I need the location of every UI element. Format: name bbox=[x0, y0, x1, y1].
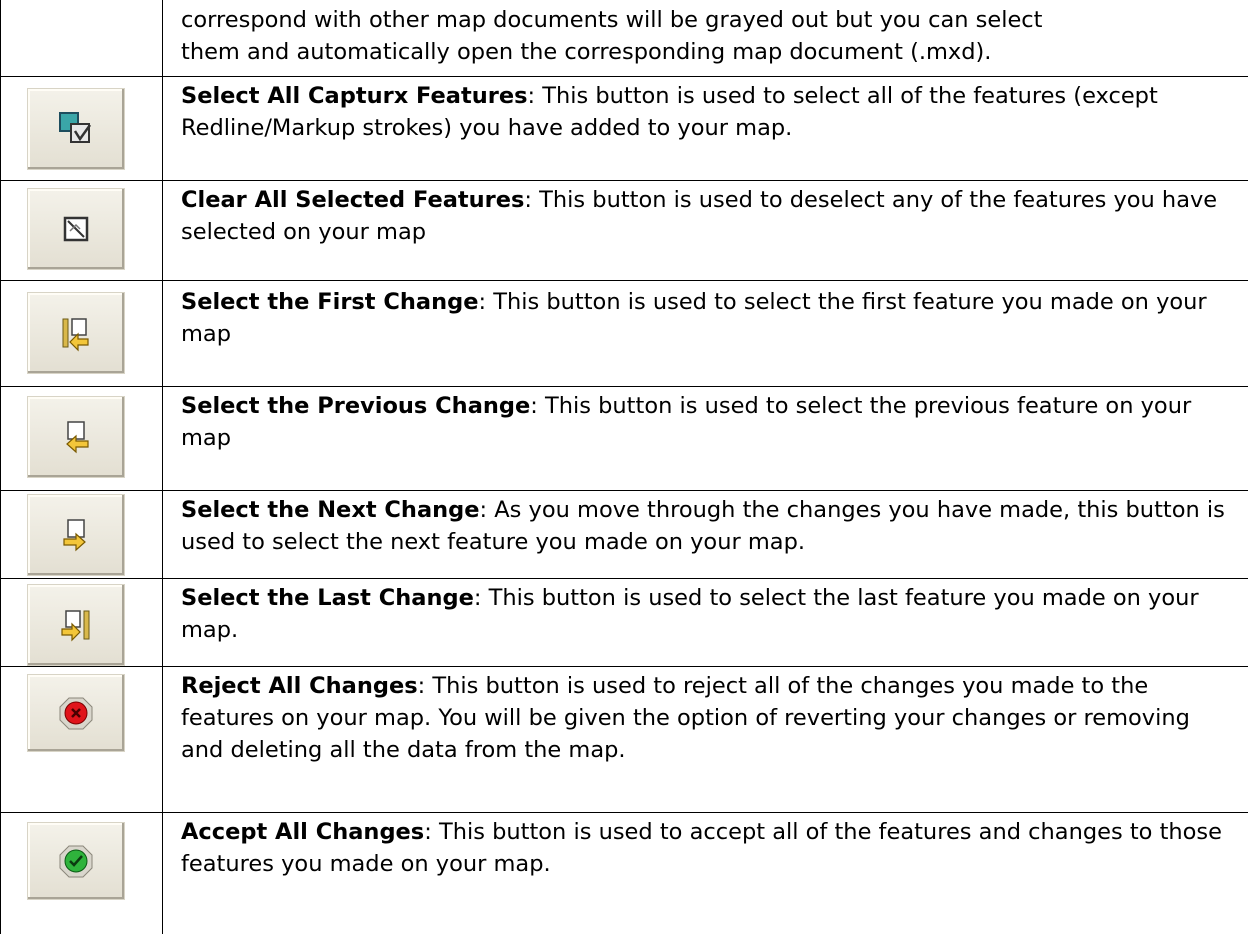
row-divider bbox=[0, 386, 1248, 387]
row-title: Reject All Changes bbox=[181, 673, 418, 699]
select-all-features-icon bbox=[59, 112, 92, 143]
row-divider bbox=[0, 812, 1248, 813]
reject-all-changes-button[interactable] bbox=[27, 674, 125, 752]
select-last-change-button[interactable] bbox=[27, 584, 125, 666]
row-title: Select the Next Change bbox=[181, 497, 480, 523]
select-first-change-button[interactable] bbox=[27, 292, 125, 374]
row-title: Select the Previous Change bbox=[181, 393, 531, 419]
intro-line-1: correspond with other map documents will… bbox=[181, 7, 1043, 33]
first-change-icon bbox=[62, 318, 89, 352]
reject-all-icon bbox=[59, 697, 93, 730]
row-divider bbox=[0, 280, 1248, 281]
row-last-change: Select the Last Change: This button is u… bbox=[181, 582, 1228, 646]
clear-all-selected-features-button[interactable] bbox=[27, 188, 125, 270]
intro-line-2: them and automatically open the correspo… bbox=[181, 39, 992, 65]
select-previous-change-button[interactable] bbox=[27, 396, 125, 478]
row-divider bbox=[0, 666, 1248, 667]
row-clear-selected-features: Clear All Selected Features: This button… bbox=[181, 184, 1228, 248]
row-divider bbox=[0, 578, 1248, 579]
row-title: Select the Last Change bbox=[181, 585, 474, 611]
intro-text: correspond with other map documents will… bbox=[181, 4, 1228, 68]
row-title: Clear All Selected Features bbox=[181, 187, 525, 213]
table-column-divider bbox=[162, 0, 163, 934]
row-title: Select the First Change bbox=[181, 289, 479, 315]
row-reject-all: Reject All Changes: This button is used … bbox=[181, 670, 1228, 766]
select-all-capturx-features-button[interactable] bbox=[27, 88, 125, 170]
accept-all-changes-button[interactable] bbox=[27, 822, 125, 900]
last-change-icon bbox=[61, 610, 90, 642]
row-previous-change: Select the Previous Change: This button … bbox=[181, 390, 1228, 454]
row-divider bbox=[0, 490, 1248, 491]
row-title: Select All Capturx Features bbox=[181, 83, 528, 109]
previous-change-icon bbox=[66, 421, 89, 454]
select-next-change-button[interactable] bbox=[27, 494, 125, 576]
row-first-change: Select the First Change: This button is … bbox=[181, 286, 1228, 350]
row-divider bbox=[0, 76, 1248, 77]
row-title: Accept All Changes bbox=[181, 819, 425, 845]
row-select-all-features: Select All Capturx Features: This button… bbox=[181, 80, 1228, 144]
next-change-icon bbox=[63, 519, 86, 552]
row-accept-all: Accept All Changes: This button is used … bbox=[181, 816, 1228, 880]
accept-all-icon bbox=[59, 845, 93, 878]
row-next-change: Select the Next Change: As you move thro… bbox=[181, 494, 1228, 558]
table-left-border bbox=[0, 0, 1, 934]
clear-selection-icon bbox=[63, 216, 89, 242]
row-divider bbox=[0, 180, 1248, 181]
